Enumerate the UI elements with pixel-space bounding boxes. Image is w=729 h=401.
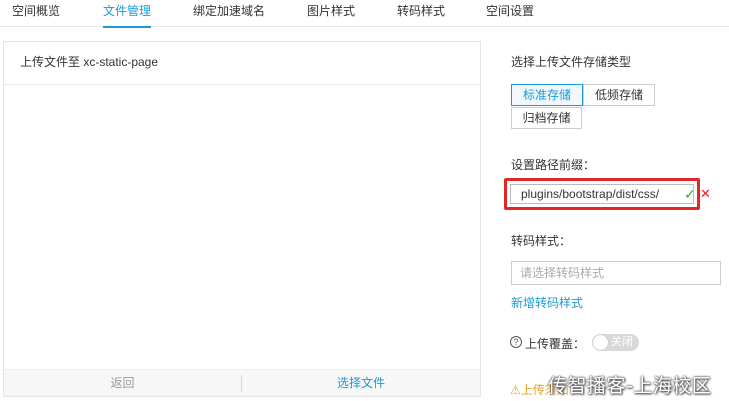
toggle-text: 关闭: [611, 336, 633, 348]
storage-infrequent-button[interactable]: 低频存储: [583, 84, 655, 106]
upload-drop-area[interactable]: [4, 85, 480, 369]
transcode-style-select[interactable]: 请选择转码样式: [511, 261, 721, 285]
back-button[interactable]: 返回: [4, 370, 241, 397]
upload-panel: 上传文件至 xc-static-page 返回 选择文件: [3, 41, 481, 397]
add-transcode-style-link[interactable]: 新增转码样式: [511, 294, 583, 311]
overwrite-label: 上传覆盖：: [525, 337, 586, 351]
toggle-knob: [593, 335, 608, 350]
help-icon[interactable]: ?: [510, 336, 522, 348]
tab-transcode-style[interactable]: 转码样式: [397, 0, 445, 27]
path-prefix-label: 设置路径前缀：: [511, 158, 596, 172]
watermark: 传智播客-上海校区: [548, 375, 712, 397]
storage-type-label: 选择上传文件存储类型: [511, 55, 632, 69]
path-prefix-highlight: [504, 178, 700, 210]
tab-bar: 空间概览 文件管理 绑定加速域名 图片样式 转码样式 空间设置: [0, 0, 729, 28]
storage-standard-button[interactable]: 标准存储: [511, 84, 583, 106]
tab-image-style[interactable]: 图片样式: [307, 0, 355, 27]
tab-file-management[interactable]: 文件管理: [103, 0, 152, 28]
upload-footer: 返回 选择文件: [4, 369, 480, 396]
warning-icon: ⚠: [510, 383, 521, 397]
tab-bind-domain[interactable]: 绑定加速域名: [193, 0, 265, 27]
path-prefix-input[interactable]: [510, 184, 694, 204]
storage-archive-button[interactable]: 归档存储: [511, 107, 582, 129]
tab-space-overview[interactable]: 空间概览: [12, 0, 60, 27]
overwrite-toggle[interactable]: 关闭: [592, 334, 639, 351]
choose-file-button[interactable]: 选择文件: [242, 370, 480, 397]
transcode-style-label: 转码样式：: [511, 234, 572, 248]
check-icon[interactable]: ✓: [684, 187, 696, 201]
close-icon[interactable]: ✕: [700, 187, 711, 200]
upload-header: 上传文件至 xc-static-page: [4, 42, 480, 85]
tab-space-settings[interactable]: 空间设置: [486, 0, 534, 27]
